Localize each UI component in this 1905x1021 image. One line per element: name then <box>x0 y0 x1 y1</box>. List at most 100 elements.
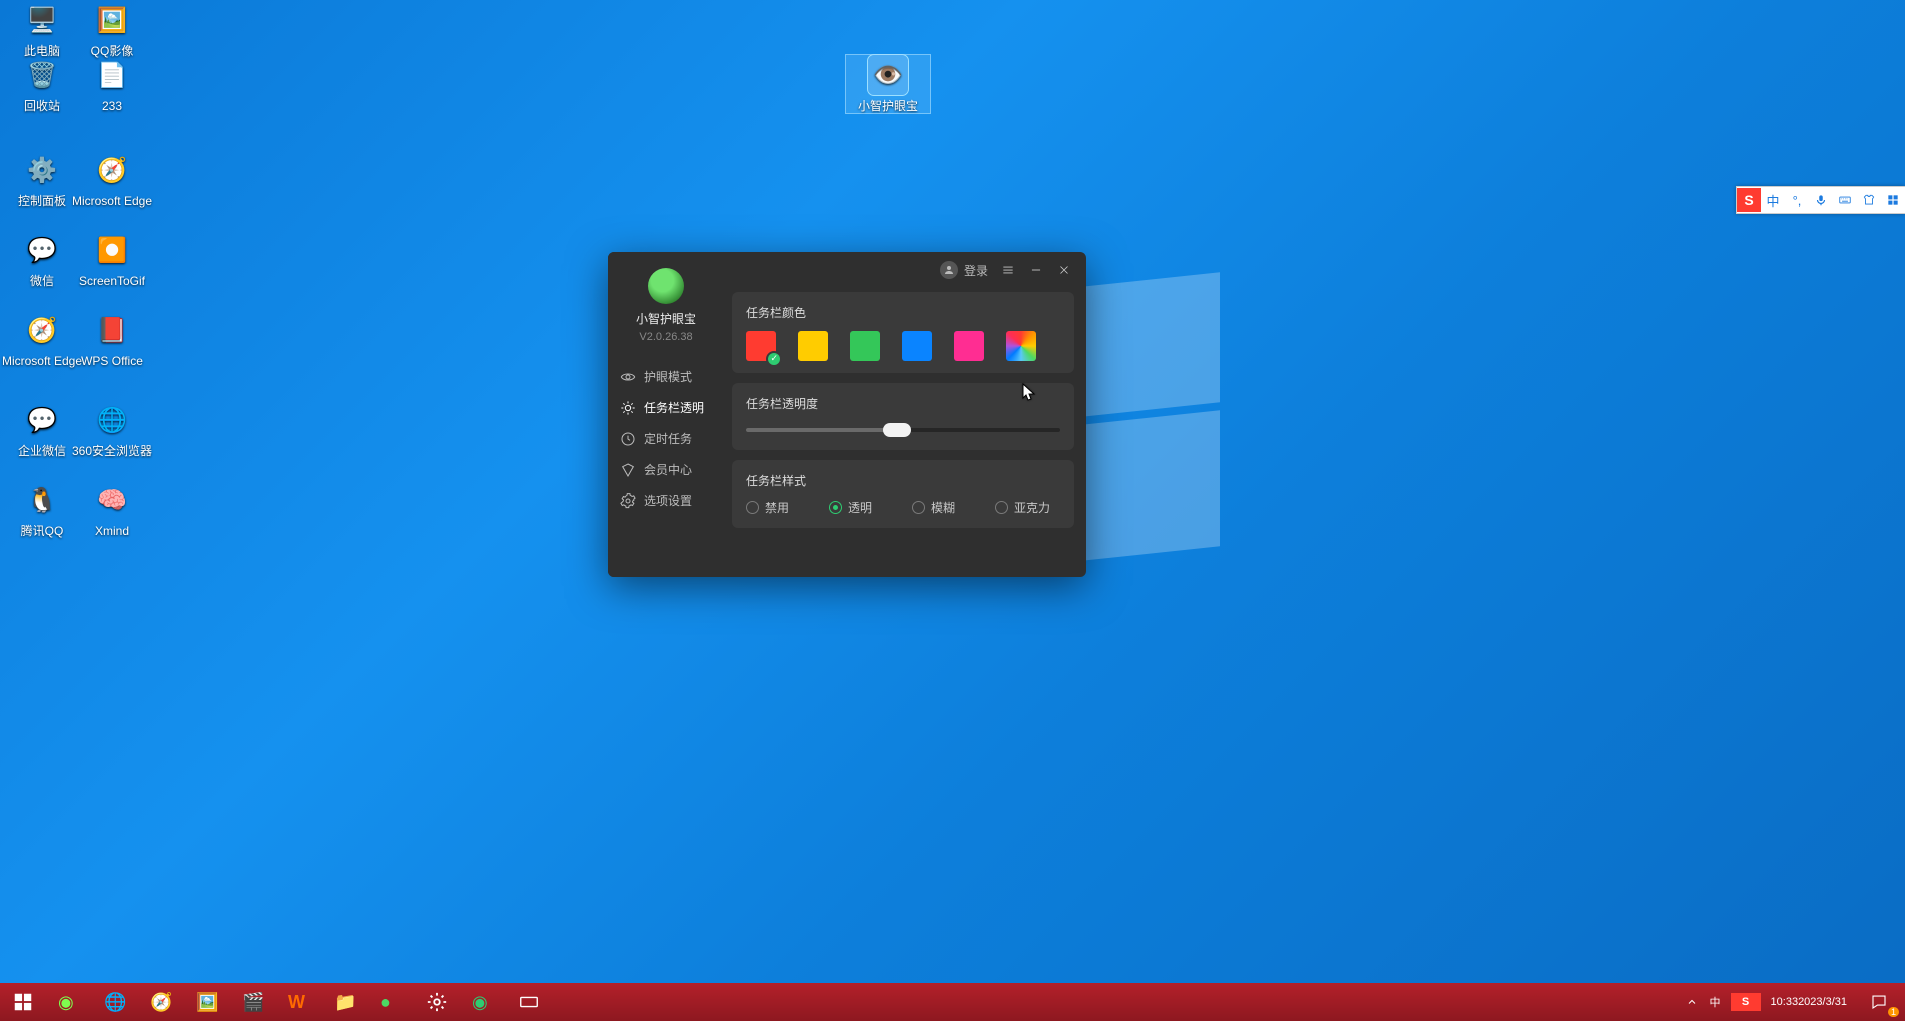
taskbar-app-wps[interactable]: W <box>276 983 322 1021</box>
card-taskbar-style: 任务栏样式 禁用 透明 模糊 亚克力 <box>732 460 1074 528</box>
ime-punct-icon[interactable]: °, <box>1785 188 1809 212</box>
menu-button[interactable] <box>1000 262 1016 278</box>
taskbar-app-video[interactable]: 🎬 <box>230 983 276 1021</box>
start-button[interactable] <box>0 983 46 1021</box>
slider-thumb[interactable] <box>883 423 911 437</box>
nav-icon <box>620 431 636 447</box>
nav-icon <box>620 400 636 416</box>
desktop-icon[interactable]: 📄233 <box>70 55 154 113</box>
nav-item[interactable]: 护眼模式 <box>608 361 724 392</box>
radio-icon <box>746 501 759 514</box>
radio-icon <box>829 501 842 514</box>
nav-item[interactable]: 任务栏透明 <box>608 392 724 423</box>
radio-label: 禁用 <box>765 499 789 516</box>
desktop-icon[interactable]: 🖼️QQ影像 <box>70 0 154 58</box>
tray-notifications[interactable]: 1 <box>1853 983 1905 1021</box>
taskbar-app-paint[interactable]: 🖼️ <box>184 983 230 1021</box>
ime-toolbox-icon[interactable] <box>1881 188 1905 212</box>
app-icon: ⚙️ <box>22 150 62 190</box>
app-window: 登录 小智护眼宝 V2.0.26.38 护眼模式任务栏透明定时任务会员中心选项设… <box>608 252 1086 577</box>
radio-icon <box>912 501 925 514</box>
taskbar-app-keyboard[interactable] <box>506 983 552 1021</box>
app-name: 小智护眼宝 <box>608 310 724 327</box>
color-swatch[interactable] <box>850 331 880 361</box>
taskbar-app-360[interactable]: ◉ <box>46 983 92 1021</box>
system-tray: 中 S 10:33 2023/3/31 1 <box>1680 983 1905 1021</box>
desktop-icon[interactable]: 🧠 Xmind <box>70 480 154 538</box>
app-icon: 🐧 <box>22 480 62 520</box>
card-title: 任务栏颜色 <box>746 304 1060 321</box>
app-content: 任务栏颜色 任务栏透明度 任务栏样式 禁用 透明 模糊 亚克力 <box>732 292 1074 565</box>
app-icon: 🖥️ <box>22 0 62 40</box>
notif-badge: 1 <box>1888 1007 1899 1017</box>
desktop-icon-label: Xmind <box>70 524 154 538</box>
desktop-icon[interactable]: 🌐360安全浏览器 <box>70 400 154 458</box>
desktop-icon-label: ScreenToGif <box>70 274 154 288</box>
taskbar-app-wechat[interactable]: ● <box>368 983 414 1021</box>
tray-ime-lang[interactable]: 中 <box>1704 983 1727 1021</box>
style-radio[interactable]: 模糊 <box>912 499 955 516</box>
style-radio[interactable]: 禁用 <box>746 499 789 516</box>
app-icon: 🧭 <box>22 310 62 350</box>
nav-item[interactable]: 选项设置 <box>608 485 724 516</box>
app-icon: 📕 <box>92 310 132 350</box>
ime-skin-icon[interactable] <box>1857 188 1881 212</box>
card-title: 任务栏样式 <box>746 472 1060 489</box>
tray-overflow-icon[interactable] <box>1680 983 1704 1021</box>
nav-item[interactable]: 会员中心 <box>608 454 724 485</box>
nav-label: 定时任务 <box>644 430 692 447</box>
opacity-slider[interactable] <box>746 422 1060 438</box>
desktop-icon[interactable]: 👁️小智护眼宝 <box>846 55 930 113</box>
taskbar-left: ◉ 🌐 🧭 🖼️ 🎬 W 📁 ● ◉ <box>0 983 552 1021</box>
color-swatch[interactable] <box>798 331 828 361</box>
color-swatch[interactable] <box>746 331 776 361</box>
style-radio[interactable]: 亚克力 <box>995 499 1050 516</box>
radio-label: 模糊 <box>931 499 955 516</box>
taskbar-app-explorer[interactable]: 📁 <box>322 983 368 1021</box>
color-swatch-list <box>746 331 1060 361</box>
desktop-icon-label: WPS Office <box>70 354 154 368</box>
card-taskbar-color: 任务栏颜色 <box>732 292 1074 373</box>
minimize-button[interactable] <box>1028 262 1044 278</box>
login-button[interactable]: 登录 <box>940 261 988 279</box>
nav-label: 任务栏透明 <box>644 399 704 416</box>
style-radio-group: 禁用 透明 模糊 亚克力 <box>746 499 1060 516</box>
nav-list: 护眼模式任务栏透明定时任务会员中心选项设置 <box>608 361 724 516</box>
taskbar-app-browser[interactable]: 🌐 <box>92 983 138 1021</box>
nav-icon <box>620 493 636 509</box>
desktop-icon[interactable]: 🧭Microsoft Edge <box>70 150 154 208</box>
app-icon: 🗑️ <box>22 55 62 95</box>
color-swatch[interactable] <box>1006 331 1036 361</box>
style-radio[interactable]: 透明 <box>829 499 872 516</box>
app-icon: 👁️ <box>868 55 908 95</box>
app-icon: 🧠 <box>92 480 132 520</box>
app-sidebar: 小智护眼宝 V2.0.26.38 护眼模式任务栏透明定时任务会员中心选项设置 <box>608 252 724 577</box>
radio-icon <box>995 501 1008 514</box>
tray-sogou-icon[interactable]: S <box>1731 993 1761 1011</box>
taskbar-app-xiaozhi[interactable]: ◉ <box>460 983 506 1021</box>
ime-voice-icon[interactable] <box>1809 188 1833 212</box>
ime-logo-icon[interactable]: S <box>1737 188 1761 212</box>
app-icon: 🧭 <box>92 150 132 190</box>
taskbar-app-settings[interactable] <box>414 983 460 1021</box>
desktop-icon-label: 360安全浏览器 <box>70 444 154 458</box>
color-swatch[interactable] <box>902 331 932 361</box>
taskbar-app-edge[interactable]: 🧭 <box>138 983 184 1021</box>
desktop-icon[interactable]: ⏺️ScreenToGif <box>70 230 154 288</box>
close-button[interactable] <box>1056 262 1072 278</box>
app-icon: 💬 <box>22 400 62 440</box>
desktop-icon[interactable]: 📕 WPS Office <box>70 310 154 368</box>
slider-fill <box>746 428 897 432</box>
ime-toolbar[interactable]: S 中 °, <box>1736 186 1905 214</box>
nav-item[interactable]: 定时任务 <box>608 423 724 454</box>
app-titlebar: 登录 <box>940 252 1086 288</box>
nav-label: 选项设置 <box>644 492 692 509</box>
tray-time: 10:33 <box>1771 996 1799 1009</box>
card-title: 任务栏透明度 <box>746 395 1060 412</box>
ime-keyboard-icon[interactable] <box>1833 188 1857 212</box>
app-icon: 💬 <box>22 230 62 270</box>
tray-clock[interactable]: 10:33 2023/3/31 <box>1765 983 1853 1021</box>
nav-icon <box>620 462 636 478</box>
ime-lang[interactable]: 中 <box>1761 188 1785 212</box>
color-swatch[interactable] <box>954 331 984 361</box>
